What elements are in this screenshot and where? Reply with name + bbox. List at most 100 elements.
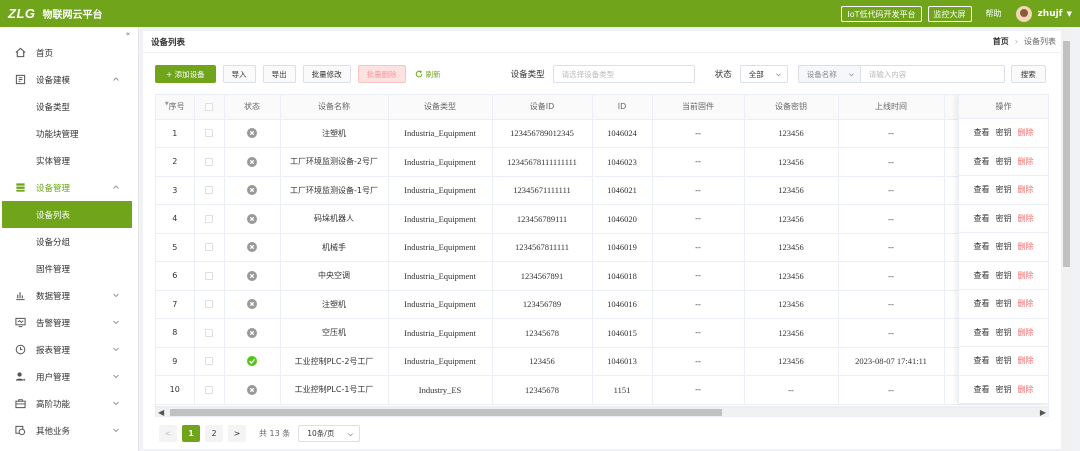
sidebar-item-device-list[interactable]: 设备列表: [2, 201, 132, 228]
sidebar-item-data[interactable]: 数据管理: [0, 282, 138, 309]
row-checkbox[interactable]: [205, 385, 213, 394]
vertical-scrollbar[interactable]: [1061, 27, 1072, 451]
sidebar-item-modeling[interactable]: 设备建模: [0, 66, 138, 93]
view-link[interactable]: 查看: [974, 127, 990, 138]
sidebar-item-advanced[interactable]: 高阶功能: [0, 390, 138, 417]
view-link[interactable]: 查看: [974, 384, 990, 395]
device-type-select[interactable]: 请选择设备类型: [552, 65, 695, 83]
row-checkbox[interactable]: [205, 300, 213, 309]
page-2-button[interactable]: 2: [205, 425, 223, 442]
secret-link[interactable]: 密钥: [996, 184, 1012, 195]
search-field-select[interactable]: 设备名称: [797, 65, 860, 83]
delete-link[interactable]: 删除: [1018, 384, 1034, 395]
horizontal-scrollbar[interactable]: ◀ ▶: [155, 407, 1049, 417]
sidebar-item-device-management[interactable]: 设备管理: [0, 174, 138, 201]
collapse-icon[interactable]: «: [126, 30, 130, 38]
view-link[interactable]: 查看: [974, 327, 990, 338]
horizontal-scroll-thumb[interactable]: [170, 409, 722, 416]
row-checkbox[interactable]: [205, 186, 213, 195]
breadcrumb-home[interactable]: 首页: [993, 36, 1009, 47]
table-row[interactable]: 6 中央空调 Industria_Equipment 1234567891 104601…: [156, 261, 1048, 291]
table-row[interactable]: 8 空压机 Industria_Equipment 12345678 1046015 --…: [156, 318, 1048, 348]
sidebar-item-report[interactable]: 报表管理: [0, 336, 138, 363]
delete-link[interactable]: 删除: [1018, 270, 1034, 281]
table-row[interactable]: 2 工厂环境监测设备-2号厂 Industria_Equipment 12345678…: [156, 147, 1048, 177]
row-checkbox[interactable]: [205, 129, 213, 138]
secret-link[interactable]: 密钥: [996, 298, 1012, 309]
row-checkbox[interactable]: [205, 157, 213, 166]
secret-link[interactable]: 密钥: [996, 327, 1012, 338]
user-name[interactable]: zhujf: [1038, 9, 1063, 19]
view-link[interactable]: 查看: [974, 298, 990, 309]
view-link[interactable]: 查看: [974, 355, 990, 366]
sidebar-item-other-business[interactable]: 其他业务: [0, 417, 138, 444]
avatar[interactable]: [1015, 5, 1032, 22]
secret-link[interactable]: 密钥: [996, 213, 1012, 224]
table-row[interactable]: 4 码垛机器人 Industria_Equipment 123456789111 104…: [156, 204, 1048, 234]
search-button[interactable]: 搜索: [1010, 65, 1046, 83]
secret-link[interactable]: 密钥: [996, 156, 1012, 167]
next-page-button[interactable]: >: [228, 425, 246, 442]
sidebar-item-function-block[interactable]: 功能块管理: [0, 120, 138, 147]
sidebar-item-firmware[interactable]: 固件管理: [0, 255, 138, 282]
delete-link[interactable]: 删除: [1018, 241, 1034, 252]
delete-link[interactable]: 删除: [1018, 327, 1034, 338]
row-checkbox[interactable]: [205, 328, 213, 337]
delete-link[interactable]: 删除: [1018, 213, 1034, 224]
view-link[interactable]: 查看: [974, 156, 990, 167]
scroll-right-icon[interactable]: ▶: [1040, 408, 1046, 417]
sidebar-item-user[interactable]: 用户管理: [0, 363, 138, 390]
sidebar-item-home[interactable]: 首页: [0, 39, 138, 66]
secret-link[interactable]: 密钥: [996, 241, 1012, 252]
lowcode-platform-button[interactable]: IoT低代码开发平台: [841, 5, 922, 22]
table-row[interactable]: 9 工业控制PLC-2号工厂 Industria_Equipment 123456 10…: [156, 347, 1048, 376]
brand[interactable]: ZLG 物联网云平台: [0, 6, 103, 21]
export-button[interactable]: 导出: [262, 65, 296, 83]
view-link[interactable]: 查看: [974, 213, 990, 224]
row-checkbox[interactable]: [205, 214, 213, 223]
col-select[interactable]: [194, 95, 225, 120]
sidebar-item-device-group[interactable]: 设备分组: [0, 228, 138, 255]
select-all-checkbox[interactable]: [205, 102, 213, 111]
delete-link[interactable]: 删除: [1018, 156, 1034, 167]
chevron-down-icon[interactable]: ▼: [1067, 10, 1072, 18]
page-1-button[interactable]: 1: [182, 425, 200, 442]
cell-device-id: 123456789: [492, 290, 593, 319]
status-select[interactable]: 全部: [739, 65, 788, 83]
view-link[interactable]: 查看: [974, 241, 990, 252]
table-row[interactable]: 3 工厂环境监测设备-1号厂 Industria_Equipment 12345671…: [156, 176, 1048, 205]
import-button[interactable]: 导入: [222, 65, 256, 83]
help-link[interactable]: 帮助: [986, 8, 1002, 19]
secret-link[interactable]: 密钥: [996, 127, 1012, 138]
table-row[interactable]: 7 注塑机 Industria_Equipment 123456789 1046016-…: [156, 290, 1048, 319]
delete-link[interactable]: 删除: [1018, 184, 1034, 195]
secret-link[interactable]: 密钥: [996, 384, 1012, 395]
delete-link[interactable]: 删除: [1018, 298, 1034, 309]
sidebar-item-device-type[interactable]: 设备类型: [0, 93, 138, 120]
add-device-button[interactable]: + 添加设备: [155, 65, 216, 83]
row-checkbox[interactable]: [205, 357, 213, 366]
view-link[interactable]: 查看: [974, 184, 990, 195]
row-checkbox[interactable]: [205, 271, 213, 280]
monitor-screen-button[interactable]: 监控大屏: [927, 5, 972, 22]
table-row[interactable]: 10 工业控制PLC-1号工厂 Industry_ES 12345678 1151 -- -…: [156, 375, 1048, 405]
sidebar-item-alarm[interactable]: 告警管理: [0, 309, 138, 336]
view-link[interactable]: 查看: [974, 270, 990, 281]
refresh-button[interactable]: 刷新: [415, 69, 441, 80]
secret-link[interactable]: 密钥: [996, 270, 1012, 281]
table-row[interactable]: 1 注塑机 Industria_Equipment 123456789012345 10…: [156, 119, 1048, 148]
table-row[interactable]: 5 机械手 Industria_Equipment 1234567811111 1046…: [156, 233, 1048, 262]
page-size-select[interactable]: 10条/页: [298, 425, 361, 442]
prev-page-button[interactable]: <: [159, 425, 177, 442]
row-checkbox[interactable]: [205, 243, 213, 252]
scroll-left-icon[interactable]: ◀: [158, 408, 164, 417]
batch-edit-button[interactable]: 批量修改: [302, 65, 351, 83]
sidebar-item-entity[interactable]: 实体管理: [0, 147, 138, 174]
delete-link[interactable]: 删除: [1018, 355, 1034, 366]
secret-link[interactable]: 密钥: [996, 355, 1012, 366]
col-index[interactable]: ▼序号: [156, 95, 195, 120]
batch-delete-button[interactable]: 批量删除: [357, 65, 406, 83]
delete-link[interactable]: 删除: [1018, 127, 1034, 138]
search-input[interactable]: 请输入内容: [859, 65, 1005, 83]
vertical-scroll-thumb[interactable]: [1063, 41, 1070, 267]
